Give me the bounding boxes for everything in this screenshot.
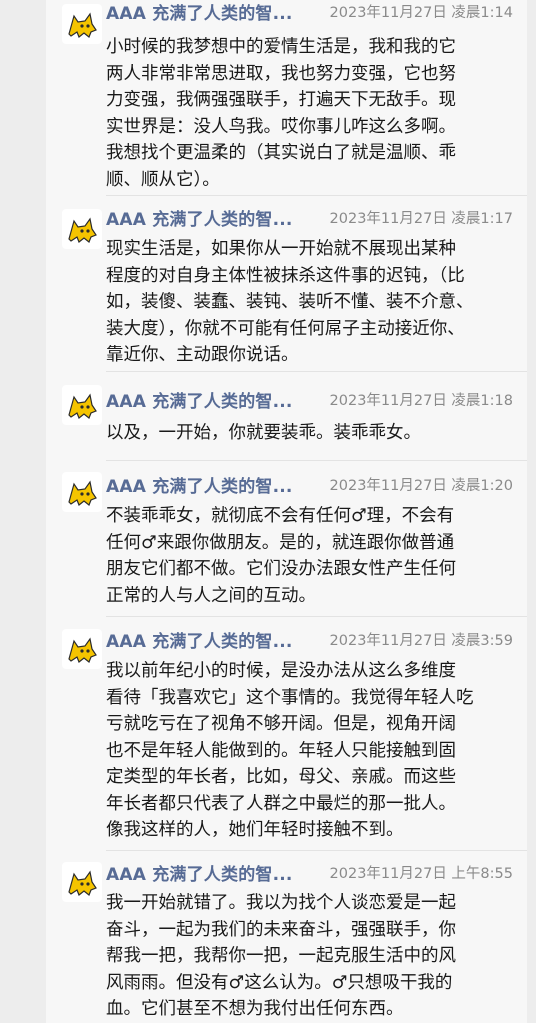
message-timestamp: 2023年11月27日 凌晨1:20 [329, 478, 513, 494]
sender-name[interactable]: AAA 充满了人类的智... [106, 208, 306, 232]
divider [106, 460, 527, 461]
message-text: 以及，一开始，你就要装乖。装乖乖女。 [106, 423, 421, 443]
message-timestamp: 2023年11月27日 凌晨1:17 [329, 211, 513, 227]
avatar[interactable] [62, 629, 102, 669]
message-timestamp: 2023年11月27日 上午8:55 [329, 866, 513, 882]
sender-name[interactable]: AAA 充满了人类的智... [106, 390, 306, 414]
message-text: 小时候的我梦想中的爱情生活是，我和我的它 两人非常非常思进取，我也努力变强，它也… [106, 37, 456, 190]
message-timestamp: 2023年11月27日 凌晨1:14 [329, 5, 513, 21]
avatar[interactable] [62, 385, 102, 425]
yellow-cat-icon [68, 393, 97, 419]
message-timestamp: 2023年11月27日 凌晨3:59 [329, 633, 513, 649]
message-feed: AAA 充满了人类的智... 2023年11月27日 凌晨1:14 小时候的我梦… [0, 0, 536, 1023]
avatar[interactable] [62, 4, 102, 44]
avatar[interactable] [62, 209, 102, 249]
divider [106, 371, 527, 372]
divider [106, 616, 527, 617]
yellow-cat-icon [68, 217, 97, 243]
yellow-cat-icon [68, 480, 97, 506]
sender-name[interactable]: AAA 充满了人类的智... [106, 2, 306, 26]
message-text: 现实生活是，如果你从一开始就不展现出某种 程度的对自身主体性被抹杀这件事的迟钝，… [106, 239, 474, 365]
yellow-cat-icon [68, 870, 97, 896]
yellow-cat-icon [68, 12, 97, 38]
message-timestamp: 2023年11月27日 凌晨1:18 [329, 393, 513, 409]
message-text: 不装乖乖女，就彻底不会有任何♂理，不会有 任何♂来跟你做朋友。是的，就连跟你做普… [106, 506, 456, 606]
sender-name[interactable]: AAA 充满了人类的智... [106, 863, 306, 887]
message-text: 我一开始就错了。我以为找个人谈恋爱是一起 奋斗，一起为我们的未来奋斗，强强联手，… [106, 893, 456, 1019]
avatar[interactable] [62, 472, 102, 512]
message-text: 我以前年纪小的时候，是没办法从这么多维度 看待「我喜欢它」这个事情的。我觉得年轻… [106, 661, 474, 840]
yellow-cat-icon [68, 637, 97, 663]
avatar[interactable] [62, 862, 102, 902]
divider [106, 850, 527, 851]
sender-name[interactable]: AAA 充满了人类的智... [106, 630, 306, 654]
sender-name[interactable]: AAA 充满了人类的智... [106, 475, 306, 499]
divider [106, 195, 527, 196]
